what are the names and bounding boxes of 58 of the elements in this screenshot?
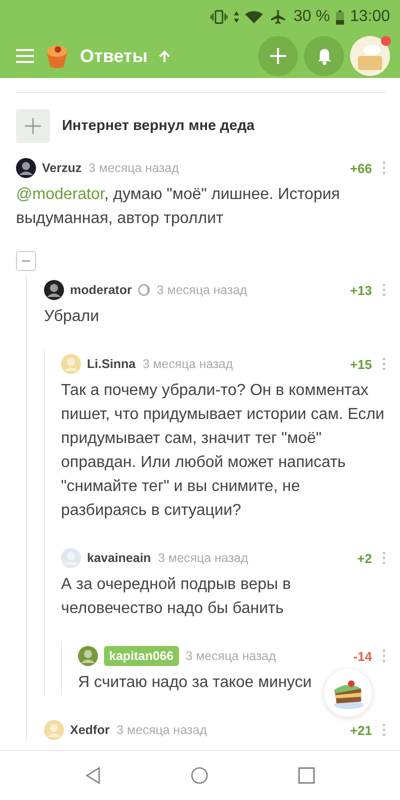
back-icon[interactable] (84, 767, 102, 784)
comment-time: 3 месяца назад (158, 551, 248, 565)
add-button[interactable] (258, 36, 298, 76)
author-name[interactable]: Li.Sinna (87, 357, 136, 371)
more-icon[interactable] (382, 283, 386, 297)
vibrate-icon (210, 10, 228, 24)
home-icon[interactable] (191, 767, 208, 784)
comment-time: 3 месяца назад (156, 283, 248, 297)
plus-icon (270, 48, 286, 64)
more-icon[interactable] (382, 161, 386, 175)
comment-text: Так а почему убрали-то? Он в комментах пишет, что придумывает истории сам. Если придумывает сам, значит тег "моё" оправдан. Или любой может написать "снимайте тег" и вы снимите, не разбираясь в ситуации? (61, 381, 386, 521)
cupcake-logo-icon[interactable] (44, 43, 70, 69)
cake-button[interactable] (324, 669, 372, 717)
post-title[interactable]: Интернет вернул мне деда (62, 118, 255, 134)
comment-time: 3 месяца назад (88, 161, 179, 175)
more-icon[interactable] (382, 357, 386, 371)
avatar (44, 720, 64, 740)
comment-text: А за очередной подрыв веры в человечество надо бы банить (61, 575, 292, 619)
comment-score: +66 (350, 160, 372, 176)
more-icon[interactable] (382, 723, 386, 737)
user-avatar[interactable] (350, 36, 390, 76)
battery-icon (336, 10, 344, 24)
comment-time: 3 месяца назад (186, 649, 276, 663)
more-icon[interactable] (382, 551, 386, 565)
author-name[interactable]: Verzuz (42, 161, 82, 175)
data-arrows-icon (234, 10, 240, 24)
avatar (61, 354, 81, 374)
author-name[interactable]: moderator (70, 283, 132, 297)
comment-score: +15 (350, 356, 372, 372)
wifi-icon (245, 10, 264, 24)
comment-score: +21 (350, 722, 372, 738)
author-name[interactable]: kavaineain (87, 551, 151, 565)
bell-icon (316, 48, 332, 64)
more-icon[interactable] (382, 649, 386, 663)
avatar (44, 280, 64, 300)
menu-icon[interactable] (16, 49, 34, 63)
up-arrow-icon[interactable] (158, 50, 171, 62)
app-title: Ответы (80, 46, 148, 66)
comment-score: -14 (353, 648, 372, 664)
comment-time: 3 месяца назад (142, 357, 233, 371)
author-name[interactable]: Xedfor (70, 723, 110, 737)
avatar (61, 548, 81, 568)
comment-text: @moderator, думаю "моё" лишнее. История выдуманная, автор троллит (16, 185, 341, 229)
clock: 13:00 (350, 8, 390, 26)
avatar (16, 158, 36, 178)
comment-score: +2 (357, 550, 372, 566)
airplane-icon (269, 10, 288, 24)
battery-percent: 30 % (293, 8, 330, 26)
comment-score: +13 (350, 282, 372, 298)
collapse-button[interactable] (16, 251, 36, 271)
subscribe-button[interactable] (16, 109, 50, 143)
plus-icon (25, 118, 41, 134)
recents-icon[interactable] (298, 767, 316, 784)
avatar (78, 646, 98, 666)
notifications-button[interactable] (304, 36, 344, 76)
comment-text: Я считаю надо за такое минуси (78, 673, 312, 693)
comment-text: Убрали (44, 307, 100, 327)
comment-time: 3 месяца назад (116, 723, 207, 737)
